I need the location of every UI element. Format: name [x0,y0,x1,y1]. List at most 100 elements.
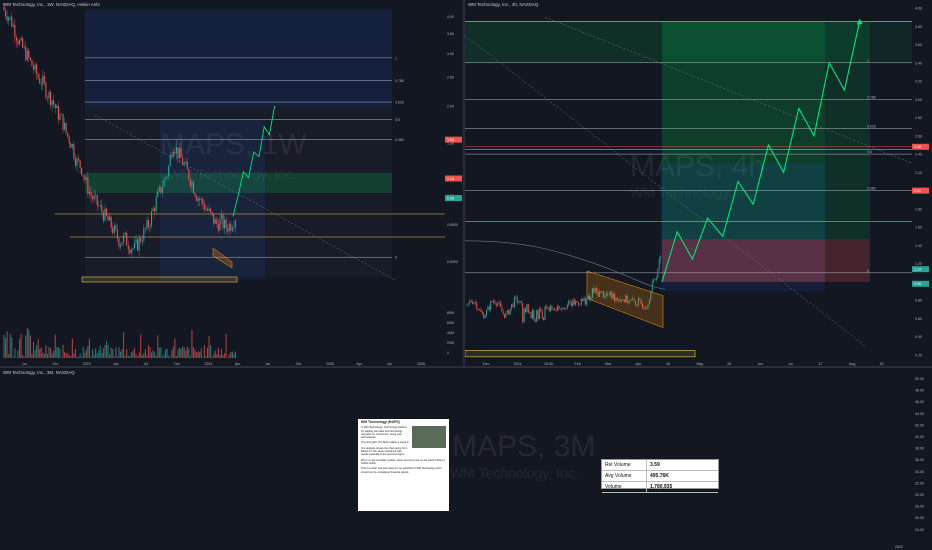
candle [572,299,574,306]
volume-bar [154,352,156,358]
chart-pane-bottom[interactable]: MAPS, 3M WM Technology, Inc. 50.00 48.00 4… [0,368,932,550]
y-tick-label: 0.60 [915,317,922,321]
volume-bar [115,347,117,358]
fib-label: 0.786 [867,95,876,99]
candle [152,208,154,212]
y-axis-bg [912,0,932,366]
candle [60,113,63,115]
y-tick-label: 1.60 [915,226,922,230]
table-row: Volume 1,780,935 [602,481,718,493]
y-tick-label: 48.00 [915,389,924,393]
volume-bar [28,329,30,358]
candle [32,65,35,70]
volume-bar [171,350,173,358]
candle [205,208,207,210]
candle [22,38,24,48]
volume-bar [119,351,122,358]
candle [175,147,177,154]
candle [42,75,44,85]
candle [491,301,493,303]
candle [651,282,653,292]
chart-left-svg[interactable]: 1 0.786 0.618 0.5 0.382 0 4.00 3.50 3.00 2.50 2.00… [0,0,463,366]
candle [123,234,125,243]
candle [231,227,233,231]
volume-bar [90,357,92,358]
chart-pane-left[interactable]: MAPS, 1W WM Technology, Inc. 10.7860.618… [0,0,463,366]
candle [544,306,546,321]
candle [224,219,226,229]
candle [177,147,179,158]
stat-label: Volume [602,481,647,493]
candle [166,176,168,178]
target-zone-blue [85,10,392,107]
candle [557,305,559,311]
candle [161,187,163,193]
y-tick-label: 24.00 [915,528,924,532]
candle [203,204,205,210]
volume-bar [11,337,13,358]
candle [569,300,571,303]
candle [48,91,50,99]
candle [494,301,496,304]
candle [577,302,579,305]
chart-bottom-svg[interactable]: 50.00 48.00 46.00 44.00 42.00 40.00 38.00 36.00… [0,368,932,550]
candle [219,218,221,231]
y-tick-label: 0.6000 [447,260,458,264]
candle [168,166,170,177]
volume-bar [233,354,235,358]
y-tick-label: 40.00 [915,435,924,439]
volume-bar [109,354,111,358]
volume-tick-label: 60M [447,321,454,325]
volume-bar [32,341,35,358]
candle [105,208,108,216]
volume-bar [26,327,28,358]
candle [200,198,202,200]
candle [183,163,185,165]
candle [140,237,142,242]
volume-bar [197,351,199,358]
candle [519,301,521,303]
volume-bar [62,344,64,358]
volume-bar [194,349,196,358]
info-card-paragraph: We're a vast cannabis market, prices and… [361,458,445,465]
candle [208,208,210,211]
volume-bar [152,350,154,358]
candle [470,300,472,303]
candle [85,177,87,180]
volume-bar [205,356,207,358]
candle [559,308,561,310]
y-tick-label: 3.40 [915,61,922,65]
volume-tick-label: 40M [447,331,454,335]
candle [185,161,187,164]
candle [151,211,153,226]
candle [132,248,134,250]
candle [39,78,41,84]
volume-bar [74,348,76,358]
y-tick-label: 46.00 [915,400,924,404]
candle [135,239,137,243]
candle [34,64,36,70]
candle [149,225,151,228]
volume-tick-label: 80M [447,311,454,315]
y-tick-label: 4.00 [447,15,454,19]
candle [654,279,656,281]
volume-bar [231,351,233,358]
volume-bar [130,352,132,358]
volume-bar [182,346,184,358]
candle [552,308,554,310]
candle [498,302,500,304]
candle [527,304,529,313]
candle [99,205,101,206]
chart-right-svg[interactable]: 1 0.786 0.618 0.5 0.382 0 4.00 3.80 3.60 3.40 3.20… [465,0,932,366]
price-tag-label: 2.00 [914,189,921,193]
stat-label: Rel Volume [602,460,647,471]
volume-bar [222,354,224,358]
candle [564,307,565,309]
volume-bar [124,356,126,358]
volume-bar [174,338,176,358]
volume-bar [177,349,179,358]
candle [576,301,578,303]
chart-pane-right[interactable]: MAPS, 4h WM Technology, Inc. 10.7860.618… [465,0,932,366]
stat-value: 1,780,935 [646,481,718,493]
candle [54,104,56,109]
